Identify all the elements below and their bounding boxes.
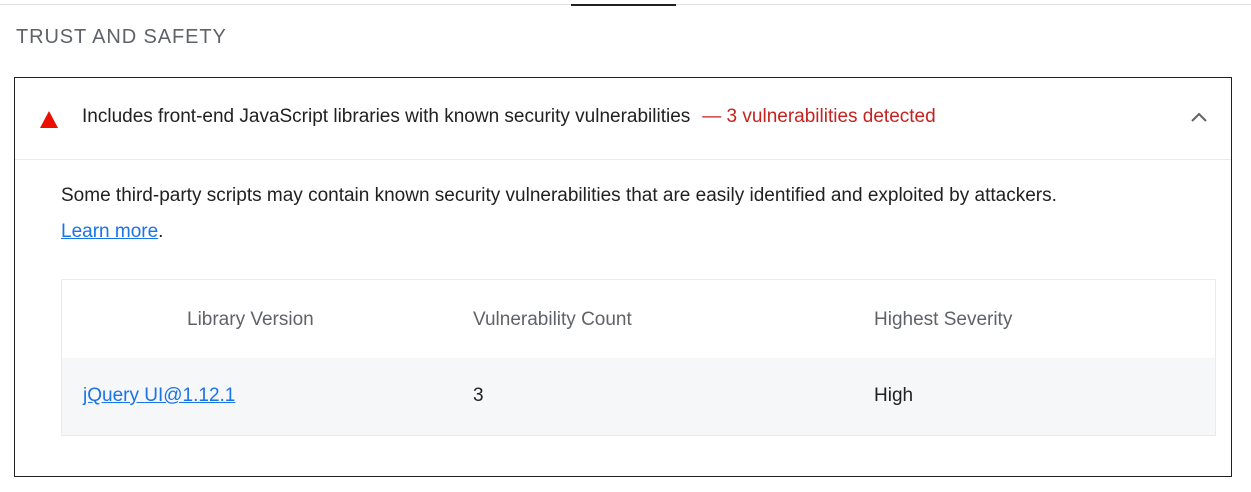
table-row: jQuery UI@1.12.1 3 High <box>62 358 1215 435</box>
active-tab-indicator <box>571 4 676 6</box>
table-header: Library Version Vulnerability Count High… <box>62 280 1215 358</box>
header-vulnerability-count: Vulnerability Count <box>473 309 632 330</box>
highest-severity: High <box>874 385 914 406</box>
chevron-up-icon[interactable] <box>1189 108 1209 128</box>
audit-card: Includes front-end JavaScript libraries … <box>14 77 1232 477</box>
learn-more-suffix: . <box>158 221 164 242</box>
section-title: TRUST AND SAFETY <box>16 26 227 48</box>
audit-display-value: — 3 vulnerabilities detected <box>702 106 936 127</box>
library-link[interactable]: jQuery UI@1.12.1 <box>83 385 235 407</box>
header-library-version: Library Version <box>187 309 314 330</box>
description-text: Some third-party scripts may contain kno… <box>61 185 1057 206</box>
audit-header[interactable]: Includes front-end JavaScript libraries … <box>15 78 1231 160</box>
vulnerability-table: Library Version Vulnerability Count High… <box>61 279 1216 436</box>
vulnerability-count: 3 <box>473 385 484 406</box>
learn-more-link[interactable]: Learn more <box>61 221 158 242</box>
fail-triangle-icon <box>40 111 58 128</box>
header-highest-severity: Highest Severity <box>874 309 1013 330</box>
audit-title: Includes front-end JavaScript libraries … <box>82 106 936 128</box>
audit-description: Some third-party scripts may contain kno… <box>61 178 1211 250</box>
audit-title-text: Includes front-end JavaScript libraries … <box>82 106 691 127</box>
